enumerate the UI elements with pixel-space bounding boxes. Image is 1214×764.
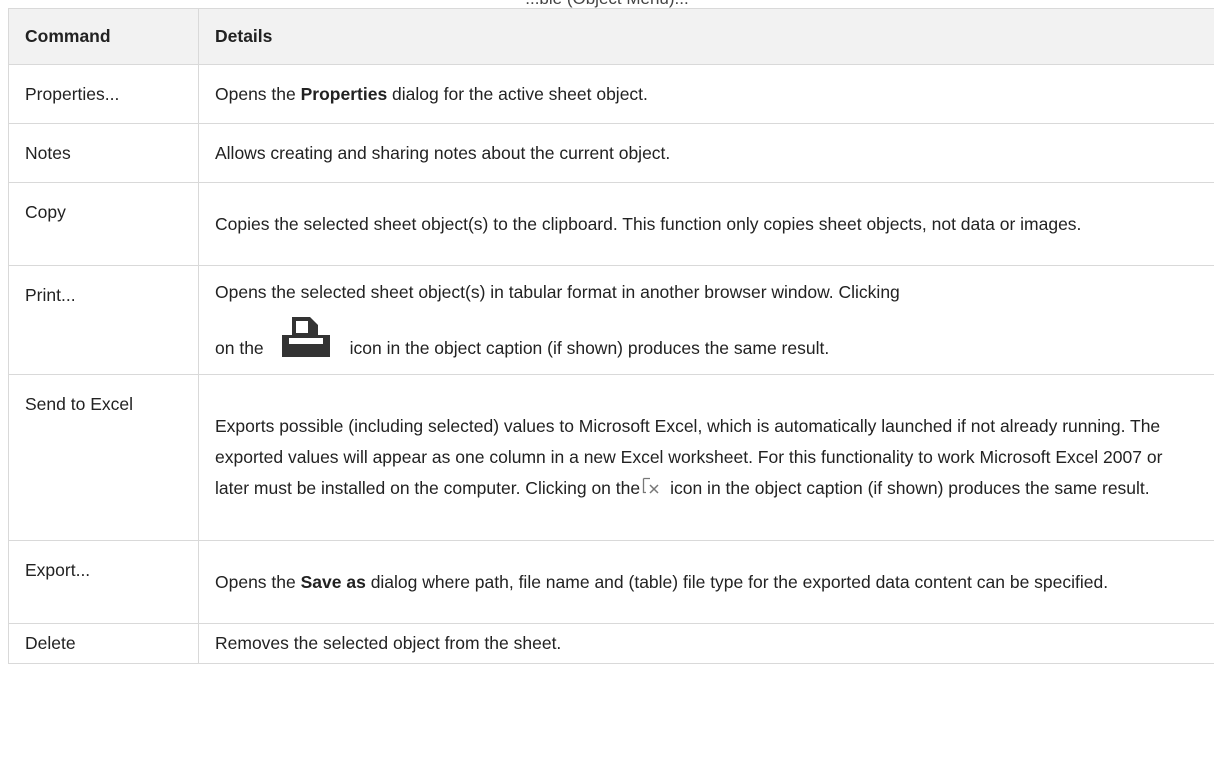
column-header-details: Details	[198, 8, 1214, 65]
details-cell: Exports possible (including selected) va…	[198, 374, 1214, 541]
details-text: Opens the	[215, 571, 301, 592]
table-row-delete: Delete Removes the selected object from …	[8, 623, 1214, 664]
excel-export-icon	[642, 474, 662, 494]
table-row-send-to-excel: Send to Excel Exports possible (includin…	[8, 374, 1214, 541]
command-cell: Export...	[8, 540, 199, 624]
command-cell: Notes	[8, 123, 199, 183]
details-bold-text: Save as	[300, 571, 366, 592]
details-cell: Opens the Save as dialog where path, fil…	[198, 540, 1214, 624]
details-cell: Copies the selected sheet object(s) to t…	[198, 182, 1214, 266]
details-text: Opens the	[215, 83, 301, 104]
command-cell: Print...	[8, 265, 199, 375]
table-row-export: Export... Opens the Save as dialog where…	[8, 540, 1214, 624]
column-header-command: Command	[8, 8, 199, 65]
details-cell: Removes the selected object from the she…	[198, 623, 1214, 664]
object-menu-command-table: Command Details Properties... Opens the …	[8, 8, 1214, 664]
details-text-line: on the icon in the object caption (if sho…	[215, 313, 1194, 363]
details-bold-text: Properties	[300, 83, 388, 104]
details-text: icon in the object caption (if shown) pr…	[349, 338, 830, 358]
table-header-row: Command Details	[8, 8, 1214, 65]
details-text: dialog where path, file name and (table)…	[365, 571, 1109, 592]
details-text: icon in the object caption (if shown) pr…	[670, 478, 1150, 498]
table-row-notes: Notes Allows creating and sharing notes …	[8, 123, 1214, 183]
table-row-copy: Copy Copies the selected sheet object(s)…	[8, 182, 1214, 266]
details-cell: Opens the Properties dialog for the acti…	[198, 64, 1214, 124]
details-text: Opens the selected sheet object(s) in ta…	[215, 282, 900, 302]
command-cell: Delete	[8, 623, 199, 664]
details-text: on the	[215, 338, 264, 358]
command-cell: Copy	[8, 182, 199, 266]
details-text: dialog for the active sheet object.	[387, 83, 648, 104]
printer-icon	[276, 313, 336, 363]
command-cell: Send to Excel	[8, 374, 199, 541]
document-page: ...ble (Object Menu)... Command Details …	[0, 0, 1214, 764]
details-cell: Opens the selected sheet object(s) in ta…	[198, 265, 1214, 375]
table-row-properties: Properties... Opens the Properties dialo…	[8, 64, 1214, 124]
details-cell: Allows creating and sharing notes about …	[198, 123, 1214, 183]
table-row-print: Print... Opens the selected sheet object…	[8, 265, 1214, 375]
command-cell: Properties...	[8, 64, 199, 124]
